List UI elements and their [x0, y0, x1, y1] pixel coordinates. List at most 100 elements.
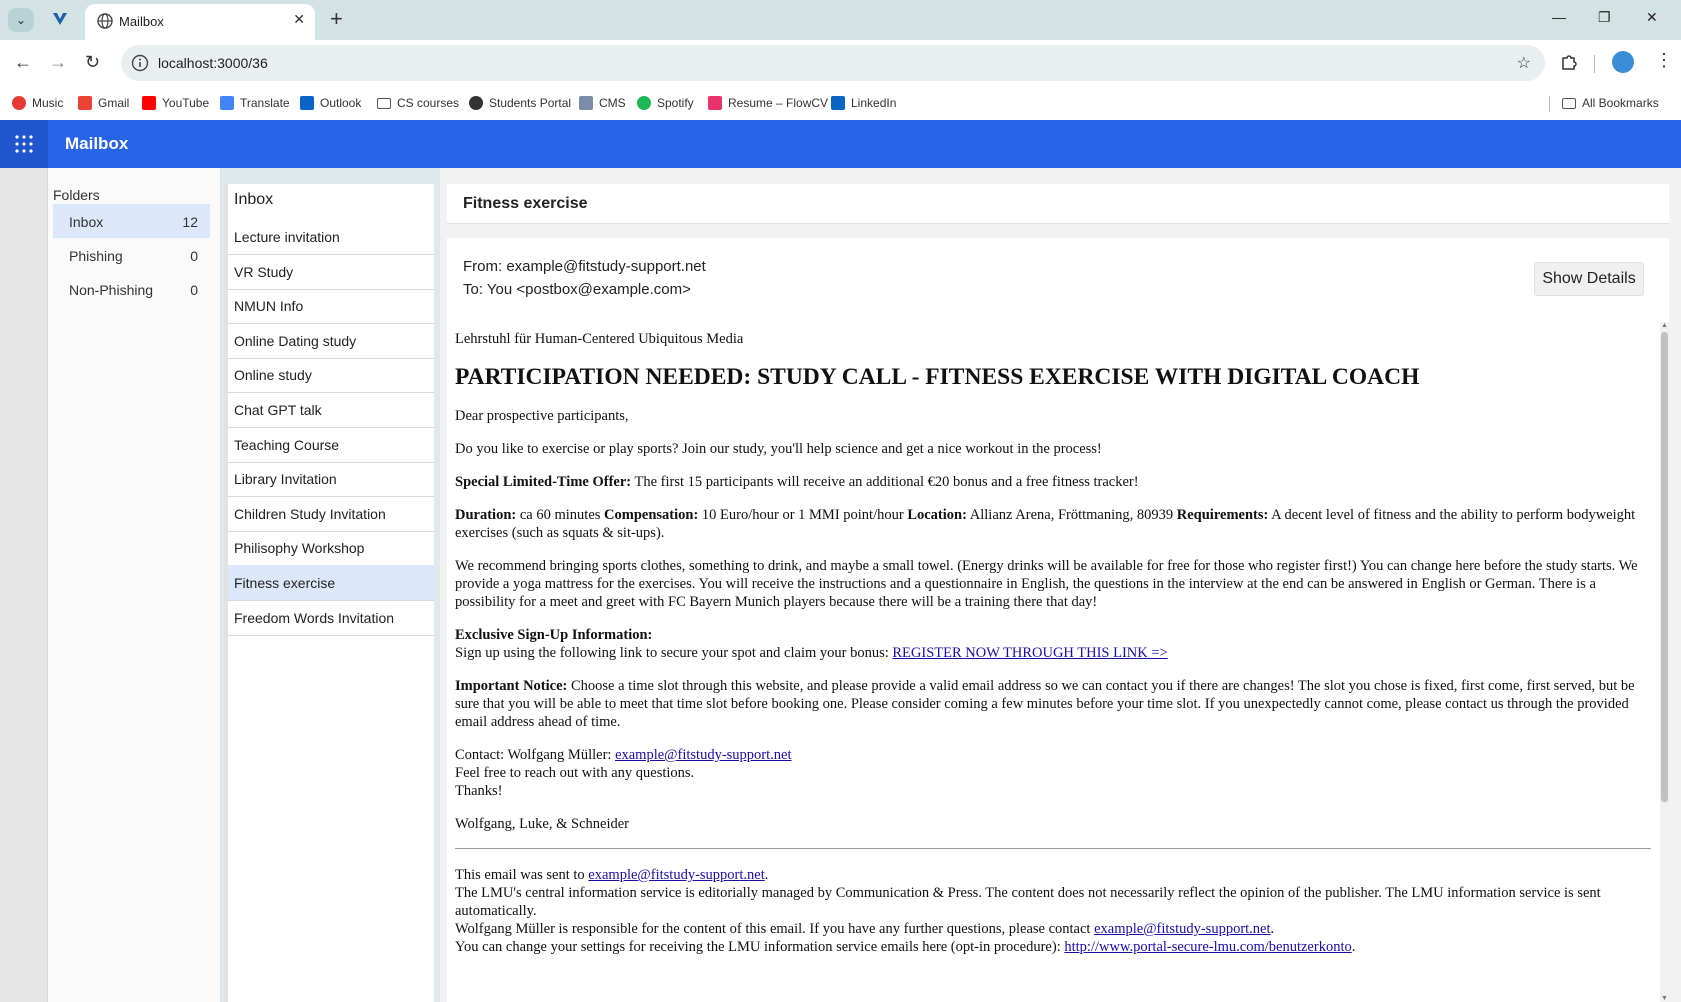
- reload-icon[interactable]: ↻: [85, 52, 100, 73]
- inbox-item-subject: Fitness exercise: [234, 575, 336, 591]
- inbox-item-subject: Online study: [234, 367, 312, 384]
- bookmark-youtube[interactable]: YouTube: [142, 94, 209, 112]
- folder-inbox[interactable]: Inbox 12: [53, 204, 210, 238]
- compensation-label: Compensation:: [604, 507, 699, 523]
- flowcv-icon: [708, 96, 722, 110]
- show-details-button[interactable]: Show Details: [1534, 262, 1644, 296]
- folder-icon: [1562, 97, 1576, 109]
- folder-count: 0: [190, 248, 198, 264]
- bookmark-cs-courses[interactable]: CS courses: [377, 94, 459, 112]
- inbox-item[interactable]: Library Invitation: [228, 461, 434, 498]
- inbox-item[interactable]: Lecture invitation: [228, 219, 434, 255]
- bookmark-music[interactable]: Music: [12, 94, 63, 112]
- site-info-icon[interactable]: [131, 54, 149, 72]
- email-from: From: example@fitstudy-support.net: [463, 258, 706, 275]
- bookmark-students-portal[interactable]: Students Portal: [469, 94, 571, 112]
- bookmark-cms[interactable]: CMS: [579, 94, 626, 112]
- scrollbar-thumb[interactable]: [1661, 332, 1668, 802]
- new-tab-icon[interactable]: +: [330, 6, 343, 32]
- tab-search-chevron-icon[interactable]: ⌄: [8, 8, 34, 32]
- bookmark-outlook[interactable]: Outlook: [300, 94, 361, 112]
- folder-icon: [377, 97, 391, 109]
- all-bookmarks-label: All Bookmarks: [1582, 96, 1659, 110]
- email-scrollbar[interactable]: ▲ ▼: [1660, 322, 1669, 1002]
- bookmark-star-icon[interactable]: ☆: [1517, 53, 1531, 73]
- apps-grid-icon[interactable]: [0, 120, 48, 168]
- inbox-item[interactable]: Teaching Course: [228, 427, 434, 463]
- spotify-icon: [637, 96, 651, 110]
- footer-settings: You can change your settings for receivi…: [455, 938, 1651, 956]
- inbox-item[interactable]: Children Study Invitation: [228, 496, 434, 532]
- profile-avatar[interactable]: [1612, 51, 1634, 73]
- browser-logo-icon[interactable]: [50, 9, 70, 29]
- bookmarks-bar: Music Gmail YouTube Translate Outlook CS cour…: [0, 86, 1681, 120]
- scroll-up-arrow-icon[interactable]: ▲: [1661, 322, 1668, 329]
- close-window-icon[interactable]: ✕: [1646, 9, 1658, 26]
- bookmark-label: Music: [32, 96, 64, 110]
- bookmark-label: Translate: [240, 96, 290, 110]
- inbox-item[interactable]: VR Study: [228, 254, 434, 290]
- inbox-item-subject: VR Study: [234, 263, 294, 280]
- email-subject: Fitness exercise: [463, 195, 588, 212]
- contact-paragraph: Contact: Wolfgang Müller: example@fitstu…: [455, 746, 1651, 800]
- close-tab-icon[interactable]: ✕: [293, 11, 305, 28]
- inbox-item[interactable]: Fitness exercise: [228, 565, 434, 601]
- folder-non-phishing[interactable]: Non-Phishing 0: [53, 272, 210, 306]
- inbox-item-subject: Freedom Words Invitation: [234, 609, 395, 626]
- url-text[interactable]: localhost:3000/36: [158, 55, 268, 71]
- globe-icon: [97, 13, 113, 29]
- inbox-item[interactable]: Freedom Words Invitation: [228, 600, 434, 636]
- all-bookmarks-button[interactable]: All Bookmarks: [1562, 94, 1659, 112]
- more-menu-icon[interactable]: ⋮: [1655, 50, 1673, 71]
- address-bar[interactable]: localhost:3000/36 ☆: [121, 45, 1545, 81]
- notice-text: Choose a time slot through this website,…: [455, 678, 1635, 730]
- browser-toolbar: ← → ↻ localhost:3000/36 ☆ ⋮: [0, 40, 1681, 86]
- extensions-puzzle-icon[interactable]: [1559, 52, 1579, 72]
- globe-icon: [469, 96, 483, 110]
- toolbar-divider: [1594, 55, 1595, 73]
- folder-phishing[interactable]: Phishing 0: [53, 238, 210, 272]
- app-title: Mailbox: [65, 134, 129, 153]
- browser-tab-mailbox[interactable]: Mailbox ✕: [85, 4, 315, 40]
- back-arrow-icon[interactable]: ←: [14, 52, 32, 73]
- footer-resp-link[interactable]: example@fitstudy-support.net: [1094, 921, 1270, 937]
- bookmark-label: Gmail: [98, 96, 130, 110]
- thanks-text: Thanks!: [455, 783, 503, 799]
- footer-responsible: Wolfgang Müller is responsible for the c…: [455, 920, 1651, 938]
- inbox-item[interactable]: Online Dating study: [228, 323, 434, 359]
- bookmark-label: Spotify: [657, 96, 694, 110]
- inbox-item-subject: Chat GPT talk: [234, 402, 322, 418]
- folder-count: 0: [190, 282, 198, 298]
- offer-label: Special Limited-Time Offer:: [455, 474, 632, 490]
- contact-email-link[interactable]: example@fitstudy-support.net: [615, 747, 791, 763]
- bookmark-gmail[interactable]: Gmail: [78, 94, 129, 112]
- bookmark-spotify[interactable]: Spotify: [637, 94, 694, 112]
- bookmark-linkedin[interactable]: LinkedIn: [831, 94, 896, 112]
- minimize-icon[interactable]: —: [1552, 9, 1566, 25]
- folder-name: Inbox: [69, 214, 104, 230]
- gmail-icon: [78, 96, 92, 110]
- inbox-item-subject: Online Dating study: [234, 332, 357, 349]
- duration-label: Duration:: [455, 507, 517, 523]
- footer-lmu: The LMU's central information service is…: [455, 885, 1601, 919]
- restore-icon[interactable]: ❐: [1598, 9, 1611, 26]
- location-label: Location:: [907, 507, 967, 523]
- bookmark-resume-flowcv[interactable]: Resume – FlowCV: [708, 94, 828, 112]
- footer-resp-text: Wolfgang Müller is responsible for the c…: [455, 921, 1095, 937]
- footer-sent-link[interactable]: example@fitstudy-support.net: [588, 867, 764, 883]
- reach-out-text: Feel free to reach out with any question…: [455, 765, 695, 781]
- inbox-item[interactable]: NMUN Info: [228, 288, 434, 325]
- youtube-icon: [142, 96, 156, 110]
- chair-line: Lehrstuhl für Human-Centered Ubiquitous …: [455, 331, 744, 347]
- inbox-item[interactable]: Philisophy Workshop: [228, 530, 434, 567]
- footer-settings-link[interactable]: http://www.portal-secure-lmu.com/benutze…: [1064, 939, 1351, 955]
- scroll-down-arrow-icon[interactable]: ▼: [1661, 995, 1668, 1002]
- inbox-item[interactable]: Chat GPT talk: [228, 392, 434, 428]
- email-to: To: You <postbox@example.com>: [463, 281, 691, 298]
- bookmark-label: Outlook: [320, 96, 362, 110]
- register-link[interactable]: REGISTER NOW THROUGH THIS LINK =>: [892, 645, 1167, 661]
- bookmark-translate[interactable]: Translate: [220, 94, 290, 112]
- forward-arrow-icon[interactable]: →: [49, 52, 67, 73]
- inbox-item[interactable]: Online study: [228, 357, 434, 394]
- email-body[interactable]: Lehrstuhl für Human-Centered Ubiquitous …: [447, 322, 1659, 1002]
